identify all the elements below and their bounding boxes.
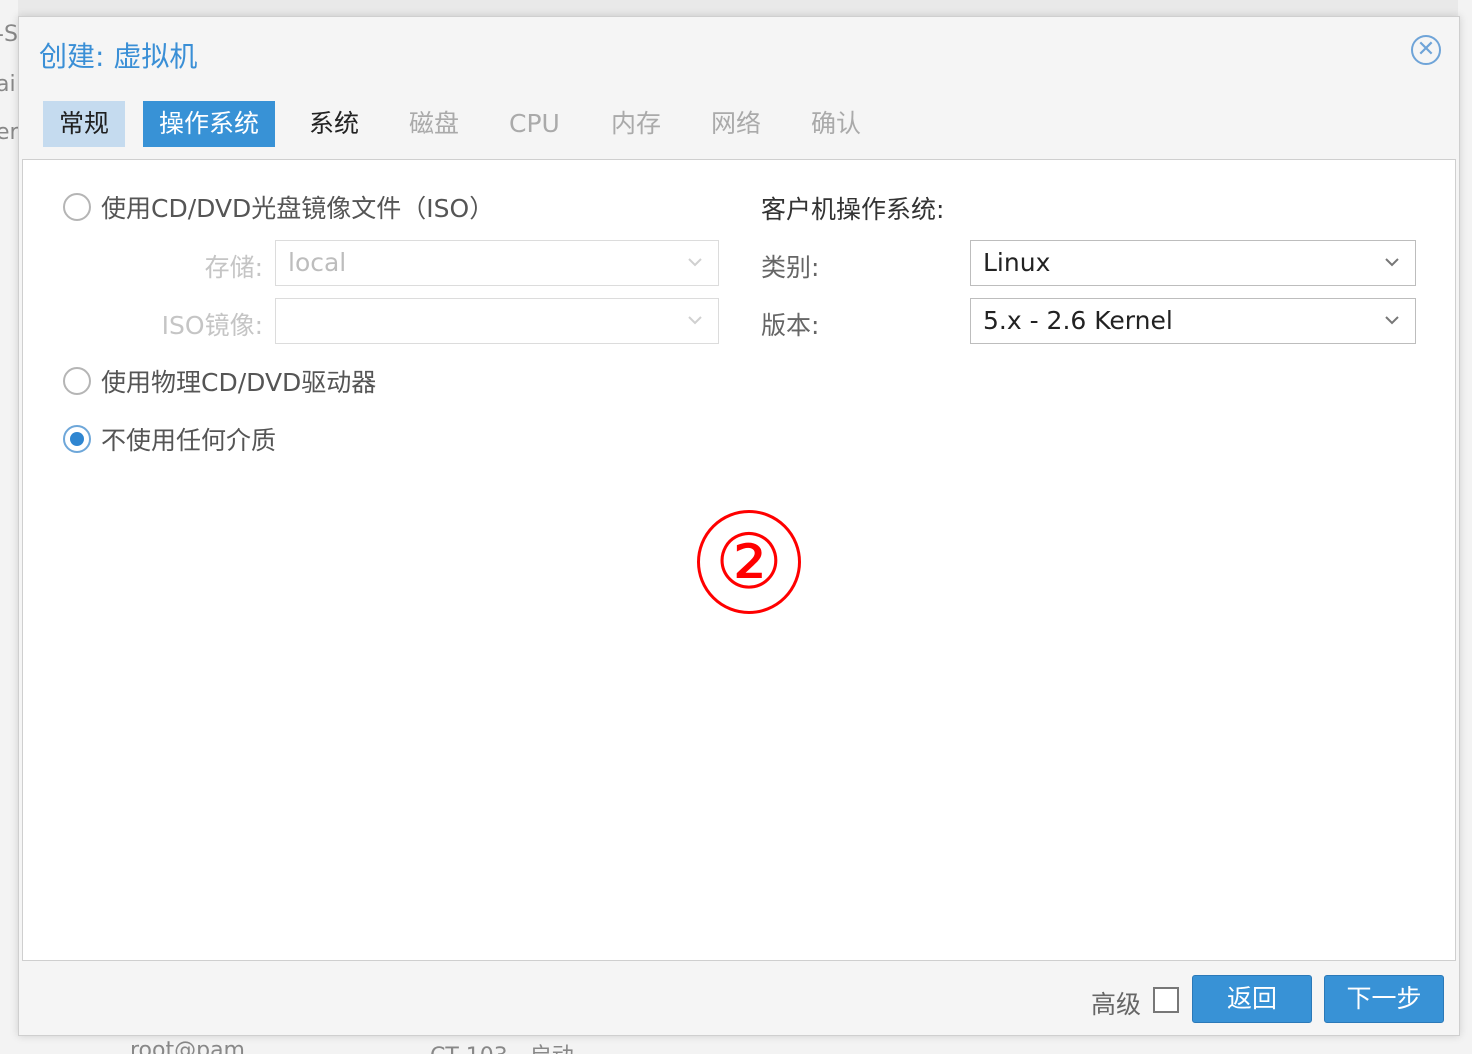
tab-confirm: 确认 — [811, 109, 862, 138]
advanced-label: 高级 — [1091, 990, 1142, 1019]
iso-radio[interactable] — [63, 193, 91, 221]
tab-memory: 内存 — [611, 109, 662, 138]
background-fragment: er — [0, 120, 18, 145]
physical-drive-radio[interactable] — [63, 367, 91, 395]
physical-drive-label: 使用物理CD/DVD驱动器 — [101, 368, 377, 397]
tab-cpu: CPU — [509, 109, 560, 138]
no-media-option[interactable]: 不使用任何介质 — [63, 422, 276, 456]
background-bottom-edge: root@pam CT 103 - 启动 — [0, 1036, 1472, 1054]
close-icon[interactable]: ✕ — [1411, 35, 1441, 65]
tab-system[interactable]: 系统 — [293, 101, 375, 147]
guest-os-heading: 客户机操作系统: — [761, 195, 945, 224]
iso-image-label: ISO镜像: — [161, 311, 263, 340]
storage-value: local — [288, 248, 347, 277]
background-right-edge — [1458, 0, 1472, 1054]
dialog-title: 创建: 虚拟机 — [39, 40, 198, 73]
background-fragment: ai — [0, 72, 16, 97]
advanced-checkbox[interactable] — [1153, 987, 1179, 1013]
os-version-value: 5.x - 2.6 Kernel — [983, 306, 1173, 335]
os-type-select[interactable]: Linux — [970, 240, 1416, 286]
physical-drive-option[interactable]: 使用物理CD/DVD驱动器 — [63, 364, 376, 398]
no-media-label: 不使用任何介质 — [101, 426, 277, 455]
tab-os[interactable]: 操作系统 — [143, 101, 276, 147]
iso-option-label: 使用CD/DVD光盘镜像文件（ISO） — [101, 194, 495, 223]
step-annotation-marker: ② — [697, 510, 801, 614]
background-fragment: root@pam — [130, 1038, 245, 1054]
create-vm-dialog: 创建: 虚拟机 ✕ 常规 操作系统 系统 磁盘 CPU 内存 网络 确认 使用C… — [18, 16, 1460, 1036]
background-fragment: CT 103 - 启动 — [430, 1038, 574, 1054]
os-version-select[interactable]: 5.x - 2.6 Kernel — [970, 298, 1416, 344]
tab-disk: 磁盘 — [409, 109, 460, 138]
background-left-edge: -S ai er — [0, 0, 18, 1054]
tab-general[interactable]: 常规 — [43, 101, 126, 147]
next-button[interactable]: 下一步 — [1324, 975, 1444, 1023]
no-media-radio[interactable] — [63, 425, 91, 453]
background-fragment: -S — [0, 22, 18, 47]
chevron-down-icon[interactable] — [1383, 311, 1401, 329]
os-type-value: Linux — [983, 248, 1051, 277]
os-version-label: 版本: — [761, 311, 820, 340]
chevron-down-icon[interactable] — [1383, 253, 1401, 271]
chevron-down-icon — [688, 258, 702, 267]
tab-network: 网络 — [711, 109, 762, 138]
iso-image-select — [275, 298, 719, 344]
storage-label: 存储: — [204, 253, 263, 282]
storage-select: local — [275, 240, 719, 286]
os-panel: 使用CD/DVD光盘镜像文件（ISO） 存储: local ISO镜像: 使用物… — [22, 159, 1456, 961]
back-button[interactable]: 返回 — [1192, 975, 1312, 1023]
chevron-down-icon — [688, 316, 702, 325]
os-type-label: 类别: — [761, 253, 820, 282]
iso-option[interactable]: 使用CD/DVD光盘镜像文件（ISO） — [63, 190, 494, 224]
